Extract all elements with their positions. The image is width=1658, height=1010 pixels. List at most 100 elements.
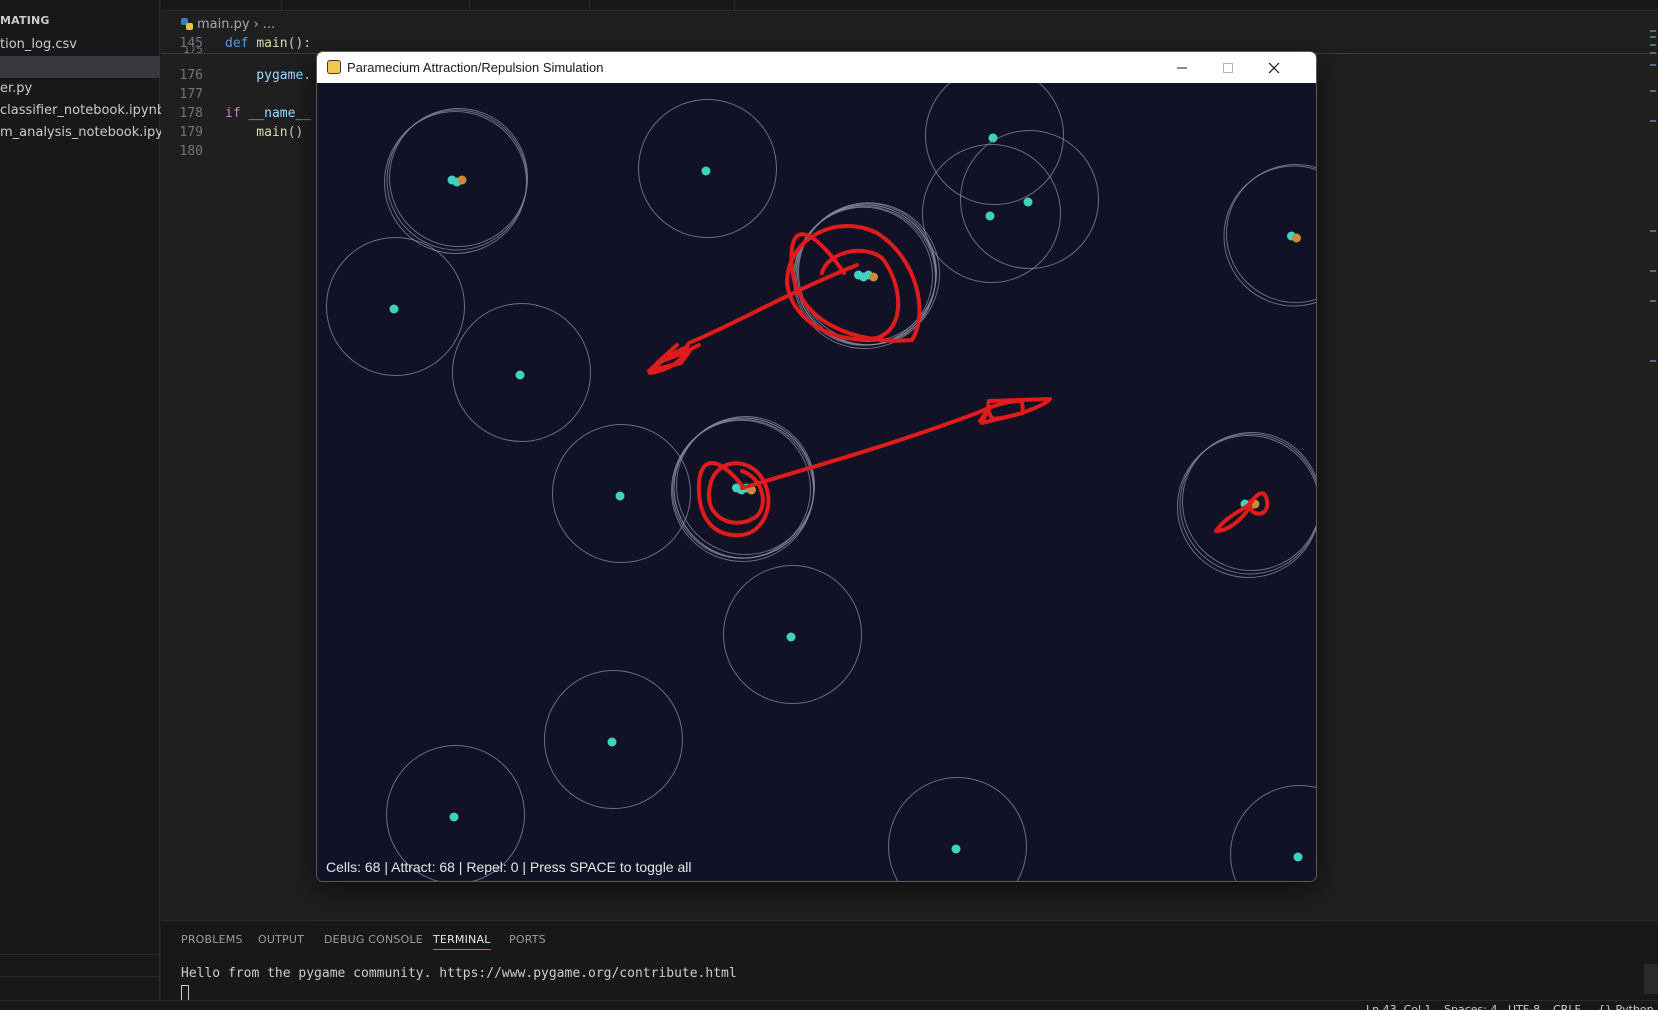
minimap-mark <box>1650 44 1656 46</box>
code-text: () <box>287 125 304 140</box>
tab-separator <box>589 0 590 11</box>
cell-body <box>701 166 711 176</box>
minimap-mark <box>1650 300 1656 302</box>
minimize-button[interactable] <box>1159 52 1205 83</box>
paramecium-cell <box>326 237 465 376</box>
cell-body <box>951 844 961 854</box>
sidebar-divider <box>0 954 160 955</box>
terminal-cursor[interactable] <box>181 985 189 1001</box>
minimap[interactable] <box>1648 30 1658 390</box>
breadcrumb-file[interactable]: main.py <box>197 17 250 32</box>
maximize-button[interactable] <box>1205 52 1251 83</box>
explorer-file-item[interactable]: er.py <box>0 78 160 100</box>
annotation-arrow-right <box>740 399 1025 490</box>
explorer-file-item[interactable]: classifier_notebook.ipynb <box>0 100 165 122</box>
python-file-icon <box>181 18 193 30</box>
line-number: 178 <box>179 106 203 121</box>
attraction-radius-ring <box>1223 165 1316 307</box>
minimap-mark <box>1650 52 1656 54</box>
paramecium-cell <box>384 108 528 254</box>
tab-terminal[interactable]: TERMINAL <box>433 933 491 950</box>
cell-body <box>1292 233 1301 243</box>
keyword: if <box>225 106 249 121</box>
annotation-arrow-left <box>647 263 859 373</box>
paramecium-cell <box>552 424 691 563</box>
close-icon <box>1268 62 1280 73</box>
code-line[interactable]: 178 if __name__ <box>161 104 312 123</box>
paramecium-cell <box>888 777 1027 881</box>
attraction-radius-ring <box>925 83 1064 205</box>
line-number: 176 <box>179 68 203 83</box>
explorer-section-title[interactable]: MATING <box>0 14 50 27</box>
attraction-radius-ring <box>1230 785 1316 881</box>
terminal-output[interactable]: Hello from the pygame community. https:/… <box>181 966 737 981</box>
paramecium-cell <box>925 83 1064 205</box>
cell-body <box>869 272 878 282</box>
minimap-mark <box>1650 30 1656 32</box>
tab-output[interactable]: OUTPUT <box>258 933 304 946</box>
tab-ports[interactable]: PORTS <box>509 933 546 946</box>
code-line[interactable]: 176 pygame. <box>161 66 312 85</box>
code-line[interactable]: 179 main() <box>161 123 304 142</box>
minimap-mark <box>1650 360 1656 362</box>
cell-body <box>389 304 399 314</box>
annotation-small-scribble <box>1214 491 1270 533</box>
code-line[interactable]: 180 <box>161 142 225 161</box>
status-encoding[interactable]: UTF-8 <box>1508 1001 1540 1010</box>
explorer-file-item-selected[interactable] <box>0 56 160 78</box>
minimap-mark <box>1650 64 1656 66</box>
status-bar: Ln 43, Col 1 Spaces: 4 UTF-8 CRLF {} Pyt… <box>0 1000 1658 1010</box>
line-number: 175 <box>183 47 203 56</box>
tab-debug-console[interactable]: DEBUG CONSOLE <box>324 933 423 946</box>
tab-problems[interactable]: PROBLEMS <box>181 933 243 946</box>
line-number: 179 <box>179 125 203 140</box>
cell-body <box>607 737 617 747</box>
cell-body <box>1023 197 1033 207</box>
attraction-radius-ring <box>1226 164 1316 303</box>
editor-tab-strip[interactable] <box>161 0 1658 11</box>
status-cursor-position[interactable]: Ln 43, Col 1 <box>1366 1001 1432 1010</box>
attraction-radius-ring <box>888 777 1027 881</box>
pygame-app-icon <box>327 60 341 74</box>
chevron-right-icon: › <box>253 16 259 32</box>
paramecium-cell <box>638 99 777 238</box>
paramecium-cell <box>960 130 1099 269</box>
panel-scrollbar[interactable] <box>1644 964 1658 994</box>
simulation-drawing <box>326 83 1316 881</box>
breadcrumb-symbol[interactable]: ... <box>263 17 275 32</box>
cell-body <box>457 175 467 185</box>
minimap-mark <box>1650 120 1656 122</box>
close-button[interactable] <box>1251 52 1297 83</box>
paramecium-cell <box>1230 785 1316 881</box>
pygame-window[interactable]: Paramecium Attraction/Repulsion Simulati… <box>316 51 1317 882</box>
code-text: __name__ <box>248 106 312 121</box>
minimize-icon <box>1177 67 1187 68</box>
code-line[interactable]: 177 <box>161 85 225 104</box>
paramecium-cell <box>452 303 591 442</box>
annotation-circle-scribble <box>785 224 922 343</box>
code-line[interactable]: 175 <box>161 47 225 57</box>
annotation-circle-scribble <box>696 461 771 538</box>
cell-body <box>515 370 525 380</box>
status-indentation[interactable]: Spaces: 4 <box>1444 1001 1497 1010</box>
maximize-icon <box>1223 62 1233 73</box>
status-line-ending[interactable]: CRLF <box>1553 1001 1581 1010</box>
paramecium-cell <box>1223 164 1316 307</box>
simulation-canvas[interactable]: Cells: 68 | Attract: 68 | Repel: 0 | Pre… <box>317 83 1316 881</box>
cell-body <box>449 812 459 822</box>
line-number: 177 <box>179 87 203 102</box>
status-language[interactable]: {} Python <box>1598 1001 1654 1010</box>
keyword: def <box>225 36 257 51</box>
function-name: main <box>225 125 288 140</box>
window-titlebar[interactable]: Paramecium Attraction/Repulsion Simulati… <box>317 52 1316 83</box>
explorer-file-item[interactable]: tion_log.csv <box>0 34 160 56</box>
tab-separator <box>469 0 470 11</box>
cell-body <box>985 211 995 221</box>
explorer-file-item[interactable]: m_analysis_notebook.ipynb <box>0 122 179 144</box>
minimap-mark <box>1650 230 1656 232</box>
sidebar-divider <box>0 976 160 977</box>
minimap-mark <box>1650 36 1656 38</box>
explorer-sidebar: MATING tion_log.csv er.py classifier_not… <box>0 0 179 1010</box>
breadcrumb[interactable]: main.py › ... <box>181 14 275 34</box>
cell-body <box>615 491 625 501</box>
